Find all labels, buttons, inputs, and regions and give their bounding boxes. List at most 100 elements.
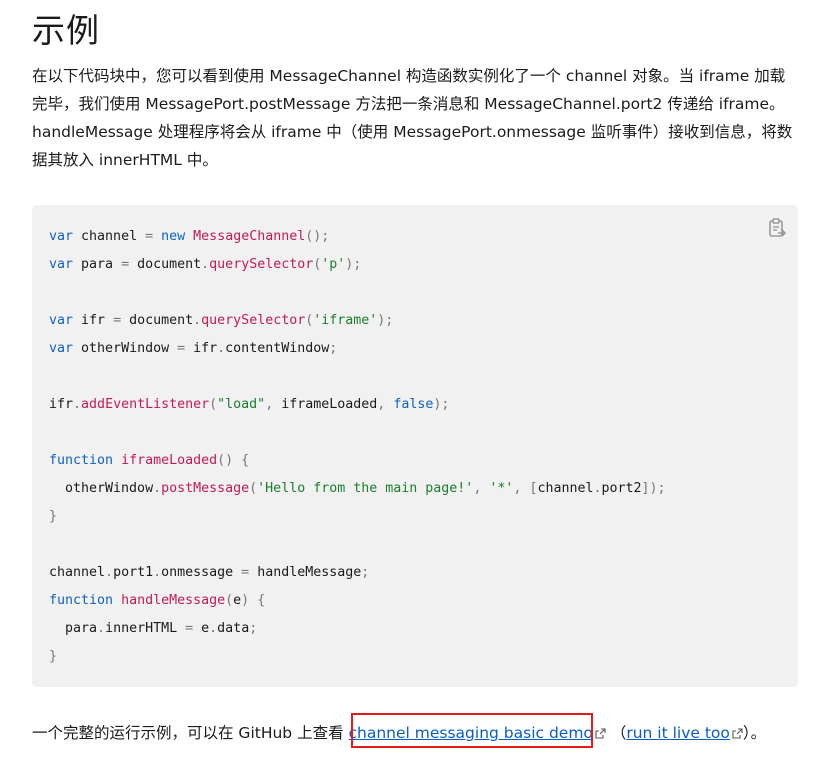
page-heading: 示例 xyxy=(32,11,100,50)
code-token: . xyxy=(593,481,602,496)
code-token: . xyxy=(97,621,106,636)
code-token: ; xyxy=(361,565,370,580)
code-token: . xyxy=(209,621,218,636)
code-token: ( xyxy=(249,481,258,496)
code-token: 'Hello from the main page!' xyxy=(257,481,474,496)
code-line: channel.port1.onmessage = handleMessage; xyxy=(49,559,666,587)
code-token: } xyxy=(49,509,58,524)
code-line: } xyxy=(49,643,666,671)
code-token: { xyxy=(241,453,250,468)
code-token: document xyxy=(121,313,194,328)
code-block: var channel = new MessageChannel(); var p… xyxy=(32,205,798,687)
code-line: ifr.addEventListener("load", iframeLoade… xyxy=(49,391,666,419)
code-token: para xyxy=(73,257,122,272)
code-token: = xyxy=(185,621,194,636)
demo-link[interactable]: channel messaging basic demo xyxy=(349,724,606,742)
code-token: . xyxy=(153,565,162,580)
code-token: { xyxy=(257,593,266,608)
code-token: e xyxy=(193,621,210,636)
code-token: = xyxy=(177,341,186,356)
code-line: var para = document.querySelector('p'); xyxy=(49,251,666,279)
code-token: document xyxy=(129,257,202,272)
code-token: 'p' xyxy=(321,257,346,272)
footer-middle: （ xyxy=(605,724,627,742)
code-token: channel xyxy=(537,481,594,496)
code-token: querySelector xyxy=(201,313,306,328)
code-token: iframeLoaded xyxy=(121,453,218,468)
code-token: new xyxy=(161,229,186,244)
code-token: ifr xyxy=(73,313,114,328)
code-line: } xyxy=(49,503,666,531)
code-token: = xyxy=(241,565,250,580)
clipboard-icon[interactable] xyxy=(766,217,788,239)
code-token: () xyxy=(217,453,234,468)
run-live-link[interactable]: run it live too xyxy=(626,724,743,742)
code-token: innerHTML xyxy=(105,621,186,636)
intro-paragraph: 在以下代码块中，您可以看到使用 MessageChannel 构造函数实例化了一… xyxy=(32,67,793,169)
code-token: = xyxy=(145,229,154,244)
code-line: var channel = new MessageChannel(); xyxy=(49,223,666,251)
code-token: data xyxy=(217,621,250,636)
code-token: ) xyxy=(241,593,250,608)
code-token: . xyxy=(153,481,162,496)
code-token: postMessage xyxy=(161,481,250,496)
code-token: . xyxy=(217,341,226,356)
code-token: ifr xyxy=(185,341,218,356)
code-token: var xyxy=(49,257,74,272)
code-token: channel xyxy=(49,565,106,580)
code-token: . xyxy=(193,313,202,328)
code-token: ); xyxy=(433,397,450,412)
code-token: var xyxy=(49,341,74,356)
code-token: . xyxy=(105,565,114,580)
code-token: channel xyxy=(73,229,146,244)
code-token: var xyxy=(49,313,74,328)
code-token: contentWindow xyxy=(225,341,330,356)
code-token: '*' xyxy=(489,481,514,496)
code-token: port2 xyxy=(601,481,642,496)
code-line: var ifr = document.querySelector('iframe… xyxy=(49,307,666,335)
code-token: otherWindow xyxy=(73,341,178,356)
code-line: function handleMessage(e) { xyxy=(49,587,666,615)
code-token: = xyxy=(121,257,130,272)
code-token: (); xyxy=(305,229,330,244)
code-token: MessageChannel xyxy=(193,229,306,244)
code-token: ( xyxy=(225,593,234,608)
external-link-icon xyxy=(732,722,743,746)
code-token: iframeLoaded xyxy=(273,397,378,412)
code-token: otherWindow xyxy=(49,481,154,496)
code-token: . xyxy=(201,257,210,272)
code-token: . xyxy=(73,397,82,412)
code-token: } xyxy=(49,649,58,664)
code-token: var xyxy=(49,229,74,244)
footer-prefix: 一个完整的运行示例，可以在 GitHub 上查看 xyxy=(32,724,349,742)
footer-paragraph: 一个完整的运行示例，可以在 GitHub 上查看 channel messagi… xyxy=(32,721,766,746)
run-live-link-label: run it live too xyxy=(626,724,730,742)
footer-suffix: ）。 xyxy=(742,724,767,742)
code-token: para xyxy=(49,621,98,636)
code-token: querySelector xyxy=(209,257,314,272)
code-token: ; xyxy=(329,341,338,356)
code-listing: var channel = new MessageChannel(); var p… xyxy=(49,223,666,671)
code-token: ifr xyxy=(49,397,74,412)
demo-link-label: channel messaging basic demo xyxy=(348,724,593,742)
code-token: ]); xyxy=(641,481,666,496)
code-token: onmessage xyxy=(161,565,242,580)
code-token: handleMessage xyxy=(121,593,226,608)
code-token: ( xyxy=(209,397,218,412)
code-line: para.innerHTML = e.data; xyxy=(49,615,666,643)
code-line: function iframeLoaded() { xyxy=(49,447,666,475)
code-token: function xyxy=(49,593,114,608)
code-line: var otherWindow = ifr.contentWindow; xyxy=(49,335,666,363)
code-token: "load" xyxy=(217,397,266,412)
code-token: 'iframe' xyxy=(313,313,378,328)
code-token: false xyxy=(393,397,434,412)
external-link-icon xyxy=(595,722,606,746)
code-token: port1 xyxy=(113,565,154,580)
